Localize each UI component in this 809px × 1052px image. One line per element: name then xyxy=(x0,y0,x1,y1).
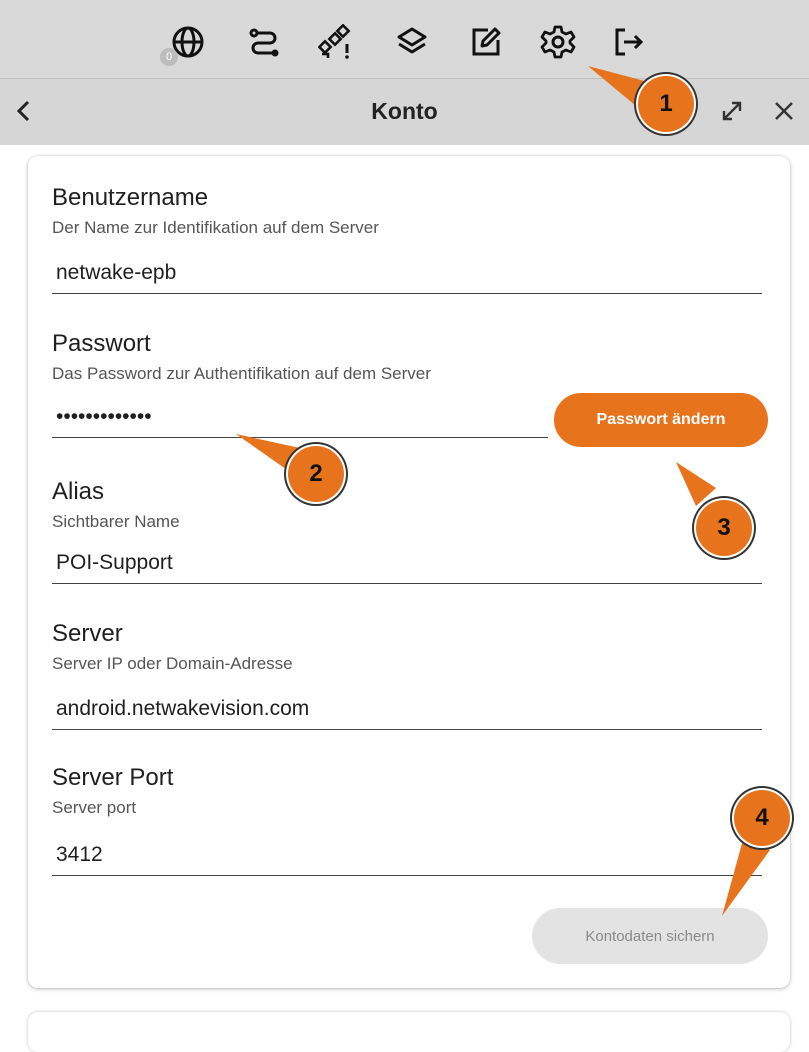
callout-4-pointer xyxy=(722,836,770,916)
callout-2: 2 xyxy=(288,446,344,502)
callout-pointers xyxy=(236,66,770,916)
callout-4: 4 xyxy=(734,790,790,846)
callout-1: 1 xyxy=(638,76,694,132)
callout-3: 3 xyxy=(696,500,752,556)
callout-3-pointer xyxy=(676,462,716,506)
